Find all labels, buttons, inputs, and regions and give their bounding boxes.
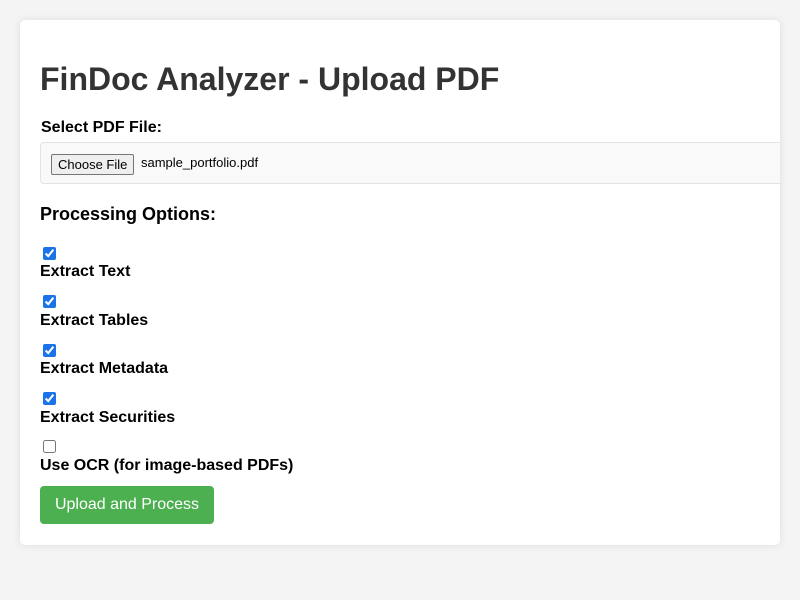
file-input-label: Select PDF File: xyxy=(41,119,162,136)
choose-file-button[interactable]: Choose File xyxy=(51,154,135,175)
selected-file-name: sample_portfolio.pdf xyxy=(141,155,259,170)
page-title: FinDoc Analyzer - Upload PDF xyxy=(40,61,500,97)
upload-and-process-button[interactable]: Upload and Process xyxy=(40,486,214,524)
use-ocr-checkbox[interactable] xyxy=(43,440,56,453)
file-input[interactable]: Choose File sample_portfolio.pdf xyxy=(40,142,780,184)
extract-tables-checkbox[interactable] xyxy=(43,295,56,308)
extract-securities-checkbox[interactable] xyxy=(43,392,56,405)
processing-options-heading: Processing Options: xyxy=(40,204,217,224)
extract-metadata-label: Extract Metadata xyxy=(40,360,169,377)
use-ocr-label: Use OCR (for image-based PDFs) xyxy=(40,457,294,474)
extract-text-label: Extract Text xyxy=(40,263,131,280)
extract-securities-label: Extract Securities xyxy=(40,409,176,426)
extract-metadata-checkbox[interactable] xyxy=(43,344,56,357)
extract-tables-label: Extract Tables xyxy=(40,312,149,329)
upload-card: FinDoc Analyzer - Upload PDF Select PDF … xyxy=(20,20,780,545)
extract-text-checkbox[interactable] xyxy=(43,247,56,260)
